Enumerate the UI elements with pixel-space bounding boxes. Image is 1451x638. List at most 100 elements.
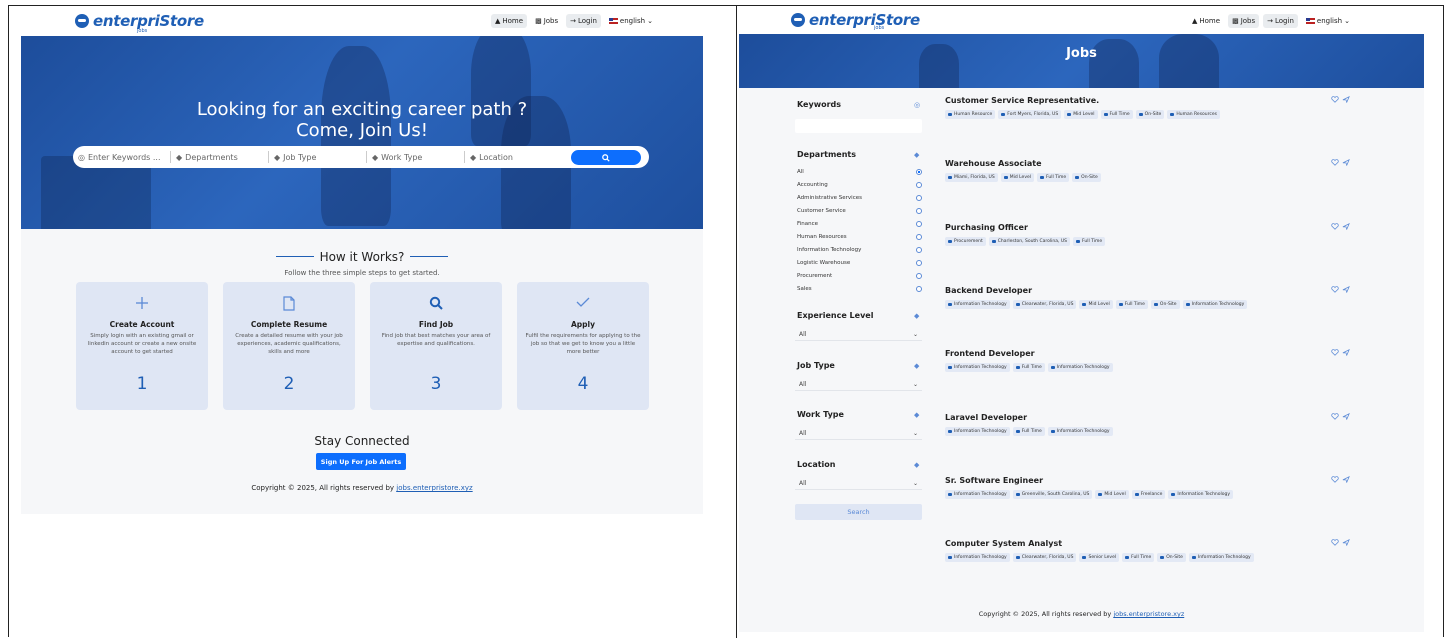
job-listing[interactable]: Customer Service Representative. Human Re… [945, 96, 1350, 119]
department-radio[interactable] [916, 260, 922, 266]
job-listing[interactable]: Computer System Analyst Information Techn… [945, 539, 1350, 563]
send-icon[interactable] [1342, 349, 1350, 357]
send-icon[interactable] [1342, 159, 1350, 167]
job-tag-label: Information Technology [954, 301, 1007, 307]
nav-jobs[interactable]: ▩ Jobs [531, 14, 562, 28]
tag-icon [948, 366, 952, 370]
language-selector[interactable]: english ⌄ [1302, 14, 1354, 28]
heart-icon[interactable] [1331, 222, 1339, 230]
job-title[interactable]: Backend Developer [945, 286, 1335, 295]
hero-title-line2: Come, Join Us! [296, 120, 428, 141]
filter-search-button[interactable]: Search [795, 504, 922, 520]
job-type-filter-label: Job Type [797, 361, 835, 370]
job-title[interactable]: Warehouse Associate [945, 159, 1335, 168]
heart-icon[interactable] [1331, 286, 1339, 293]
job-title[interactable]: Sr. Software Engineer [945, 476, 1335, 485]
hero-search-bar: ◎ Enter Keywords ... ◆ Departments ◆ Job Ty… [73, 146, 649, 168]
department-radio[interactable] [916, 208, 922, 214]
keywords-input[interactable]: ◎ Enter Keywords ... [73, 153, 170, 162]
heart-icon[interactable] [1331, 349, 1339, 356]
site-logo[interactable]: enterpriStore [791, 11, 920, 29]
heart-icon[interactable] [1331, 412, 1339, 420]
job-title[interactable]: Computer System Analyst [945, 539, 1335, 548]
nav-home[interactable]: ▲ Home [491, 14, 528, 28]
heart-icon[interactable] [1331, 159, 1339, 167]
work-type-placeholder: Work Type [381, 152, 423, 162]
job-tag-label: Information Technology [954, 428, 1007, 434]
job-tag: Information Technology [945, 553, 1010, 563]
send-icon[interactable] [1342, 96, 1350, 103]
footer-site-link[interactable]: jobs.enterpristore.xyz [1113, 610, 1184, 618]
job-tag: Full Time [1012, 426, 1045, 436]
department-radio[interactable] [916, 234, 922, 240]
department-radio[interactable] [916, 247, 922, 253]
hero-banner: Looking for an exciting career path ? Co… [21, 36, 703, 229]
nav-login[interactable]: → Login [566, 14, 601, 28]
nav-jobs[interactable]: ▩ Jobs [1228, 14, 1260, 28]
department-option-label: Information Technology [797, 247, 862, 253]
hero-search-button[interactable] [571, 150, 641, 165]
department-radio[interactable] [916, 273, 922, 279]
send-icon[interactable] [1342, 539, 1350, 547]
panel-divider [736, 6, 737, 638]
department-radio[interactable] [916, 182, 922, 188]
search-icon [370, 296, 502, 310]
work-type-select[interactable]: ◆ Work Type [367, 153, 464, 162]
department-radio[interactable] [916, 195, 922, 201]
tag-icon [948, 239, 952, 243]
footer-site-link[interactable]: jobs.enterpristore.xyz [396, 484, 472, 492]
job-title[interactable]: Laravel Developer [945, 413, 1335, 422]
chevron-down-icon: ⌄ [647, 17, 653, 25]
keywords-filter-input[interactable] [795, 119, 922, 133]
job-title[interactable]: Purchasing Officer [945, 223, 1335, 232]
job-tag: Information Technology [945, 363, 1010, 373]
heart-icon[interactable] [1331, 96, 1339, 103]
location-select[interactable]: All ⌄ [795, 477, 922, 490]
job-title[interactable]: Frontend Developer [945, 349, 1335, 358]
tag-icon [1082, 302, 1087, 306]
department-radio[interactable] [916, 286, 922, 292]
job-title[interactable]: Customer Service Representative. [945, 96, 1335, 105]
job-tag: On-Site [1072, 173, 1101, 183]
job-alerts-signup-button[interactable]: Sign Up For Job Alerts [316, 453, 406, 470]
heart-icon[interactable] [1331, 539, 1339, 546]
job-listing[interactable]: Frontend Developer Information Technology… [945, 349, 1350, 373]
job-type-select[interactable]: All ⌄ [795, 378, 922, 391]
logo-text: enterpriStore [809, 11, 920, 29]
heart-icon[interactable] [1331, 476, 1339, 483]
job-listing[interactable]: Sr. Software Engineer Information Technol… [945, 475, 1350, 499]
nav-home-label: Home [1199, 17, 1221, 25]
job-tag: Mid Level [1079, 299, 1113, 309]
job-tag: Human Resources [1167, 110, 1220, 119]
language-selector[interactable]: english ⌄ [605, 14, 657, 28]
job-tag: Miami, Florida, US [945, 173, 998, 183]
department-radio[interactable] [916, 221, 922, 227]
plus-icon [76, 296, 208, 310]
work-type-filter-label: Work Type [797, 410, 844, 419]
job-listing[interactable]: Purchasing Officer Procurement Charleston,… [945, 222, 1350, 246]
departments-select[interactable]: ◆ Departments [171, 153, 268, 162]
send-icon[interactable] [1342, 475, 1350, 483]
tag-icon: ◆ [470, 152, 477, 162]
tag-icon [1067, 113, 1072, 116]
location-select[interactable]: ◆ Location [465, 153, 562, 162]
tag-icon [948, 492, 952, 496]
work-type-select[interactable]: All ⌄ [795, 427, 922, 440]
job-tag-label: Full Time [1046, 175, 1067, 181]
nav-login[interactable]: → Login [1263, 14, 1298, 28]
job-listing[interactable]: Laravel Developer Information Technology F… [945, 412, 1350, 436]
send-icon[interactable] [1342, 285, 1350, 293]
department-radio[interactable] [916, 169, 922, 175]
send-icon[interactable] [1342, 222, 1350, 230]
job-actions [1331, 349, 1350, 357]
job-type-select[interactable]: ◆ Job Type [269, 153, 366, 162]
send-icon[interactable] [1342, 412, 1350, 420]
stay-connected-title: Stay Connected [314, 434, 410, 448]
chevron-down-icon: ⌄ [912, 380, 918, 388]
experience-level-select[interactable]: All ⌄ [795, 328, 922, 341]
nav-home[interactable]: ▲ Home [1188, 14, 1224, 28]
tag-icon [1050, 429, 1055, 433]
job-tag-label: Procurement [954, 238, 983, 244]
job-listing[interactable]: Backend Developer Information Technology C… [945, 285, 1350, 309]
job-listing[interactable]: Warehouse Associate Miami, Florida, US Mid… [945, 159, 1350, 183]
